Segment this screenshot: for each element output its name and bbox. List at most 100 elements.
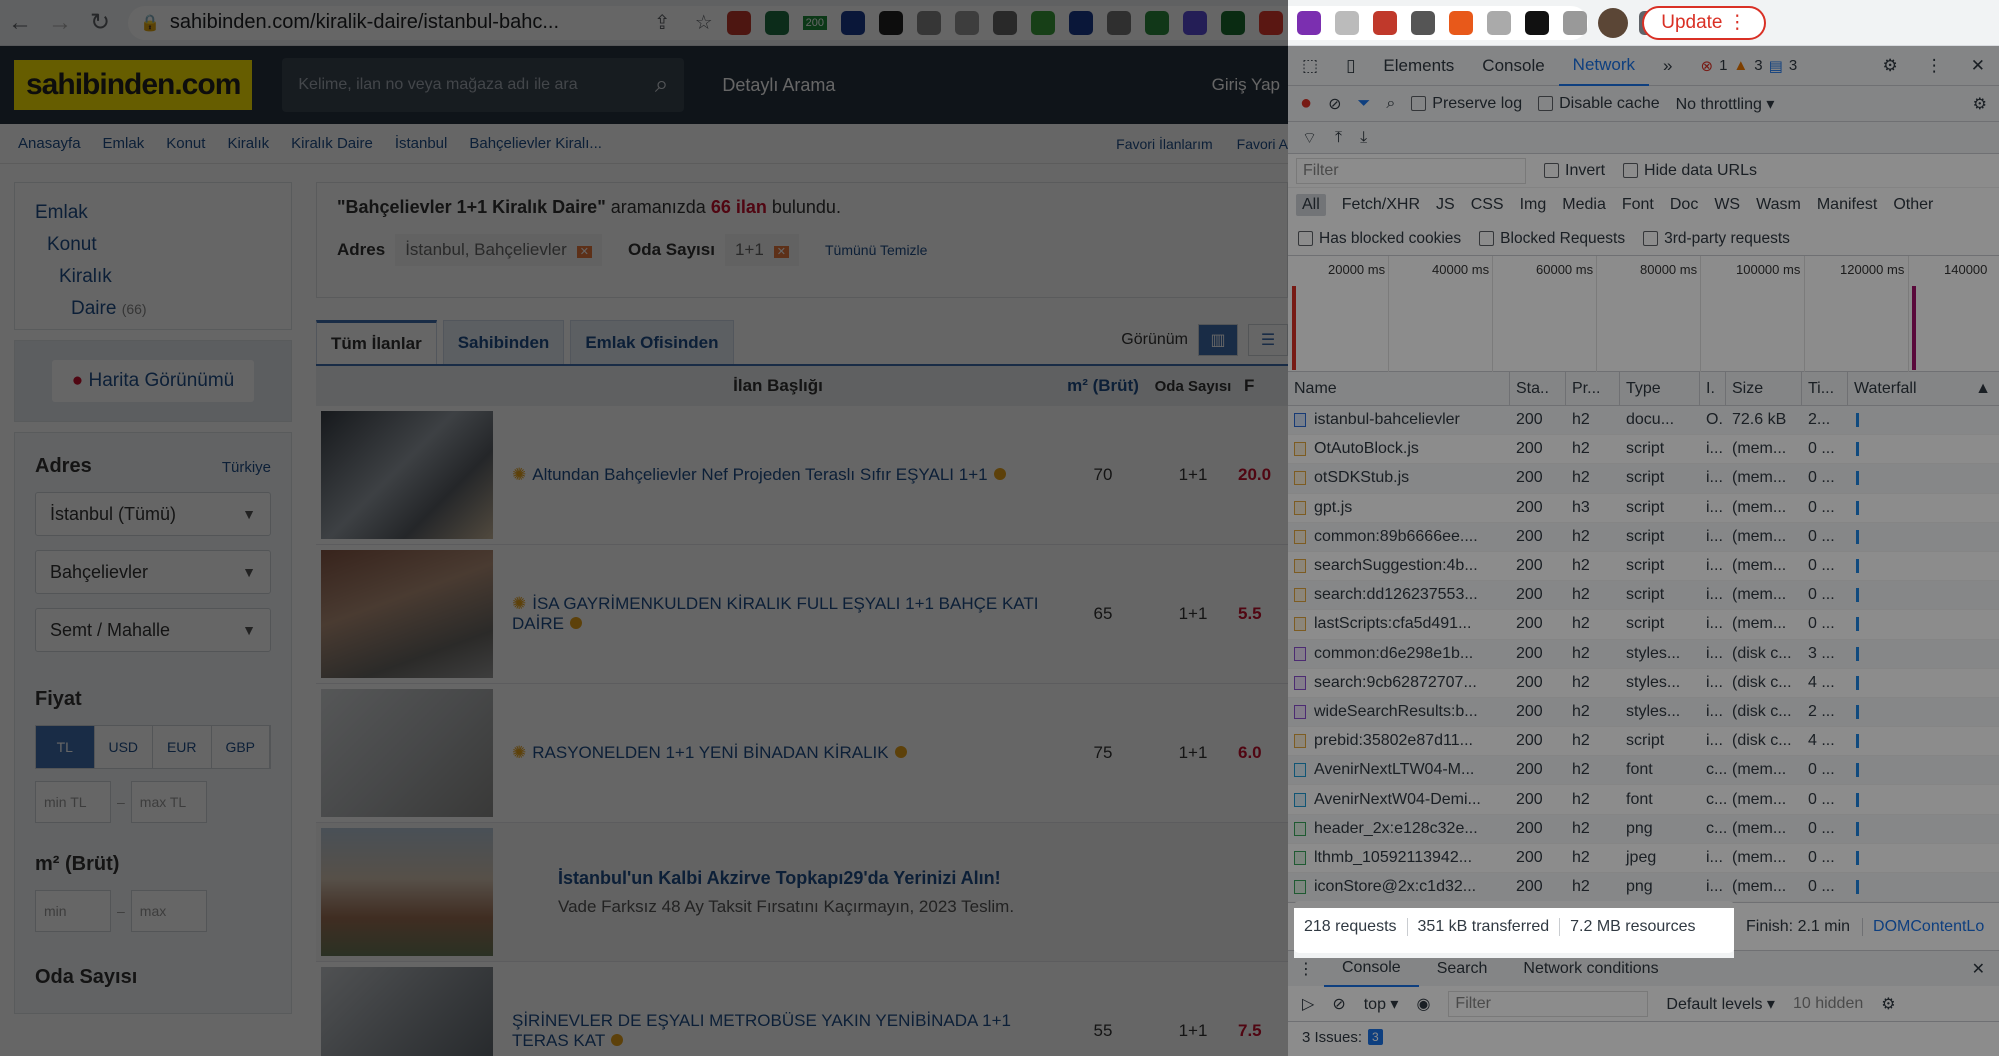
clear-all-link[interactable]: Tümünü Temizle	[825, 242, 927, 258]
search-icon[interactable]: ⌕	[1386, 95, 1395, 113]
filter-icon[interactable]: ⏷	[1358, 95, 1371, 113]
bookmark-star-icon[interactable]: ☆	[695, 10, 713, 35]
console-settings-icon[interactable]: ⚙	[1881, 994, 1895, 1014]
filter-input[interactable]: Filter	[1296, 157, 1526, 184]
network-settings-icon[interactable]: ⚙	[1973, 94, 1987, 114]
breadcrumb-item[interactable]: Bahçelievler Kiralı...	[469, 135, 602, 152]
listing-title[interactable]: ŞİRİNEVLER DE EŞYALI METROBÜSE YAKIN YEN…	[498, 1011, 1058, 1051]
listing-title[interactable]: ✺ Altundan Bahçelievler Nef Projeden Tera…	[498, 465, 1058, 485]
extension-icon[interactable]	[1448, 10, 1473, 35]
type-wasm[interactable]: Wasm	[1756, 196, 1801, 214]
extension-icon[interactable]	[840, 10, 865, 35]
listing-thumbnail[interactable]	[321, 411, 493, 539]
favorite-searches-link[interactable]: Favori A	[1237, 136, 1288, 152]
drawer-tab-search[interactable]: Search	[1419, 951, 1506, 987]
type-fetch[interactable]: Fetch/XHR	[1342, 196, 1420, 214]
export-har-icon[interactable]: ⤓	[1360, 129, 1367, 147]
city-select[interactable]: İstanbul (Tümü) ▼	[35, 492, 271, 536]
extension-icon[interactable]	[726, 10, 751, 35]
request-row[interactable]: common:d6e298e1b... 200 h2 styles... i... (di…	[1288, 639, 1999, 669]
tab-all[interactable]: Tüm İlanlar	[316, 320, 437, 364]
request-row[interactable]: gpt.js 200 h3 script i... (mem... 0 ...	[1288, 494, 1999, 523]
share-icon[interactable]: ⇪	[654, 10, 671, 35]
tab-owner[interactable]: Sahibinden	[442, 320, 565, 364]
type-ws[interactable]: WS	[1714, 196, 1740, 214]
extension-icon[interactable]	[1144, 10, 1169, 35]
currency-gbp[interactable]: GBP	[211, 726, 270, 768]
listing-thumbnail[interactable]	[321, 967, 493, 1056]
issues-bar[interactable]: 3 Issues: 3	[1288, 1022, 1999, 1052]
extension-icon[interactable]	[916, 10, 941, 35]
request-row[interactable]: searchSuggestion:4b... 200 h2 script i... (me…	[1288, 552, 1999, 582]
tab-agency[interactable]: Emlak Ofisinden	[570, 320, 734, 364]
list-view-icon[interactable]: ☰	[1248, 324, 1288, 356]
tab-console[interactable]: Console	[1468, 46, 1558, 86]
request-row[interactable]: otSDKStub.js 200 h2 script i... (mem... 0 ...	[1288, 464, 1999, 494]
extension-icon[interactable]	[1068, 10, 1093, 35]
extension-icon[interactable]	[1296, 10, 1321, 35]
table-row[interactable]: ✺ İSA GAYRİMENKULDEN KİRALIK FULL EŞYALI …	[316, 545, 1288, 684]
type-manifest[interactable]: Manifest	[1817, 196, 1877, 214]
request-row[interactable]: lastScripts:cfa5d491... 200 h2 script i... (m…	[1288, 610, 1999, 640]
request-row[interactable]: lthmb_10592113942... 200 h2 jpeg i... (mem...…	[1288, 844, 1999, 873]
drawer-menu-icon[interactable]: ⋮	[1288, 959, 1324, 979]
column-type[interactable]: Type	[1620, 371, 1700, 406]
column-rooms[interactable]: Oda Sayısı	[1148, 378, 1238, 395]
listing-title[interactable]: ✺ RASYONELDEN 1+1 YENİ BİNADAN KİRALIK	[498, 743, 1058, 763]
column-price[interactable]: F	[1238, 376, 1254, 396]
blocked-cookies-checkbox[interactable]: Has blocked cookies	[1298, 230, 1461, 248]
table-row[interactable]: ✺ Altundan Bahçelievler Nef Projeden Tera…	[316, 406, 1288, 545]
request-row[interactable]: AvenirNextLTW04-M... 200 h2 font c... (mem...…	[1288, 756, 1999, 786]
search-icon[interactable]: ⌕	[655, 71, 668, 99]
extension-icon[interactable]	[1372, 10, 1397, 35]
column-m2[interactable]: m² (Brüt)	[1058, 376, 1148, 396]
site-logo[interactable]: sahibinden.com	[14, 60, 253, 110]
type-js[interactable]: JS	[1436, 196, 1455, 214]
address-bar[interactable]: 🔒 sahibinden.com/kiralik-daire/istanbul-…	[128, 5, 1663, 40]
avatar[interactable]	[1598, 7, 1628, 38]
request-row[interactable]: istanbul-bahcelievler 200 h2 docu... O. 72.6 …	[1288, 406, 1999, 436]
ad-title[interactable]: İstanbul'un Kalbi Akzirve Topkapı29'da Y…	[558, 868, 1244, 889]
extension-icon[interactable]	[1486, 10, 1511, 35]
currency-tl[interactable]: TL	[36, 726, 95, 768]
column-waterfall[interactable]: Waterfall ▲	[1848, 372, 1999, 406]
category-daire[interactable]: Daire (66)	[35, 293, 271, 325]
type-font[interactable]: Font	[1622, 196, 1654, 214]
type-img[interactable]: Img	[1520, 196, 1547, 214]
request-row[interactable]: prebid:35802e87d11... 200 h2 script i... (dis…	[1288, 727, 1999, 757]
drawer-tab-console[interactable]: Console	[1324, 951, 1419, 987]
column-name[interactable]: Name	[1288, 371, 1510, 406]
sidebar-toggle-icon[interactable]: ▷	[1302, 994, 1314, 1014]
request-row[interactable]: AvenirNextW04-Demi... 200 h2 font c... (mem..…	[1288, 785, 1999, 815]
more-tabs-icon[interactable]: »	[1649, 46, 1686, 86]
type-media[interactable]: Media	[1562, 196, 1606, 214]
type-other[interactable]: Other	[1893, 196, 1933, 214]
hide-data-urls-checkbox[interactable]: Hide data URLs	[1623, 162, 1757, 180]
reload-icon[interactable]: ↻	[80, 3, 120, 43]
listing-title[interactable]: ✺ İSA GAYRİMENKULDEN KİRALIK FULL EŞYALI …	[498, 594, 1058, 634]
back-icon[interactable]: ←	[0, 3, 40, 43]
listing-thumbnail[interactable]	[321, 689, 493, 817]
extension-icon[interactable]	[1410, 10, 1435, 35]
country-link[interactable]: Türkiye	[222, 459, 271, 476]
grid-view-icon[interactable]: ▥	[1198, 324, 1238, 356]
disable-cache-checkbox[interactable]: Disable cache	[1538, 95, 1660, 113]
sponsored-row[interactable]: İstanbul'un Kalbi Akzirve Topkapı29'da Y…	[316, 823, 1288, 962]
request-row[interactable]: header_2x:e128c32e... 200 h2 png c... (mem...…	[1288, 814, 1999, 844]
column-size[interactable]: Size	[1726, 371, 1802, 406]
type-all[interactable]: All	[1296, 194, 1326, 216]
listing-thumbnail[interactable]	[321, 550, 493, 678]
forward-icon[interactable]: →	[40, 3, 80, 43]
min-m2-input[interactable]: min	[35, 890, 111, 932]
levels-select[interactable]: Default levels ▾	[1666, 994, 1775, 1014]
extension-icon[interactable]	[954, 10, 979, 35]
device-toolbar-icon[interactable]: ▯	[1332, 46, 1369, 86]
breadcrumb-item[interactable]: Kiralık Daire	[291, 135, 373, 152]
min-price-input[interactable]: min TL	[35, 781, 111, 823]
map-view-button[interactable]: ● Harita Görünümü	[51, 360, 255, 402]
extension-icon[interactable]	[1524, 10, 1549, 35]
extension-icon[interactable]	[1562, 10, 1587, 35]
extension-icon[interactable]	[878, 10, 903, 35]
category-konut[interactable]: Konut	[35, 229, 271, 261]
breadcrumb-item[interactable]: Emlak	[103, 135, 145, 152]
